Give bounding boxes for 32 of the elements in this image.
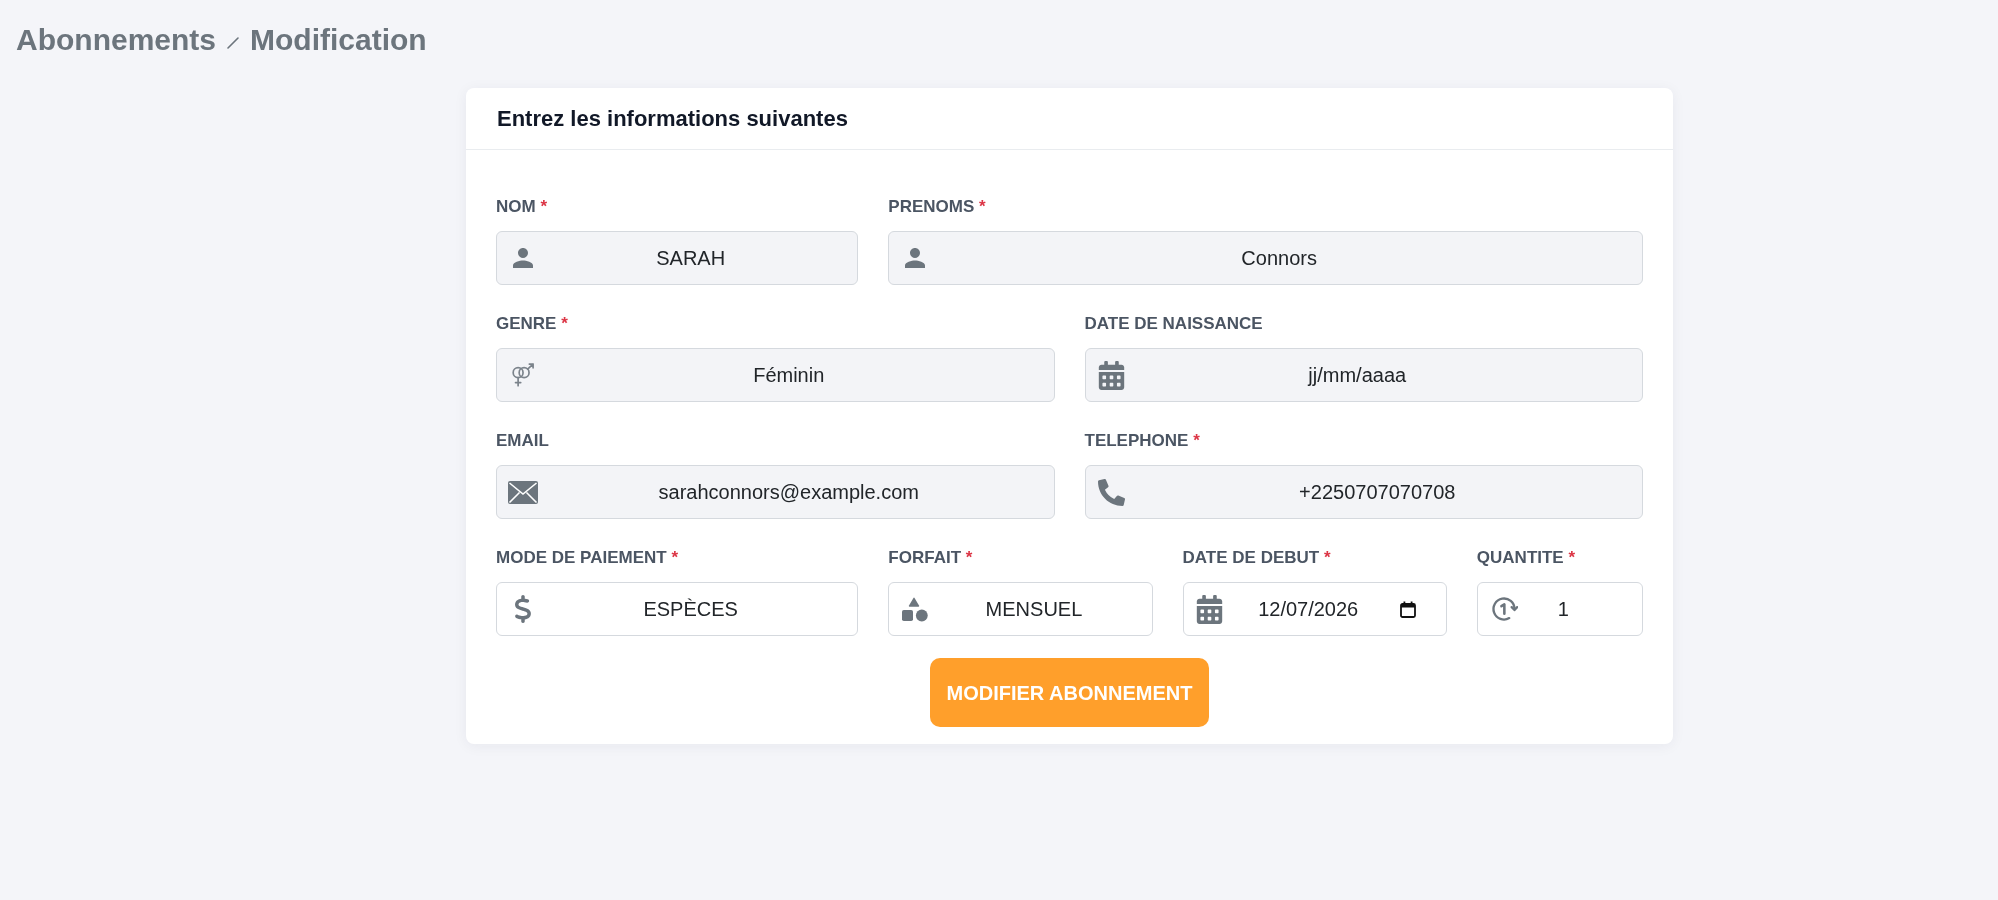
field-label: GENRE * [496,313,569,335]
phone-icon [1098,478,1125,506]
field-label: NOM * [496,196,549,218]
input-field[interactable]: Connors [888,231,1643,285]
field-label: MODE DE PAIEMENT * [496,547,679,569]
circular-arrow-icon [1489,595,1518,623]
field-label: DATE DE NAISSANCE [1084,313,1264,335]
input-field[interactable]: +2250707070708 [1084,465,1643,519]
input-field[interactable]: jj/mm/aaaa [1084,348,1643,402]
calendar-icon [1195,594,1225,624]
input-field[interactable]: sarahconnors@example.com [496,465,1055,519]
field-label: TELEPHONE * [1084,430,1201,452]
calendar-icon [1097,360,1126,390]
field-label: PRENOMS * [888,196,987,218]
input-field[interactable]: Féminin [496,348,1055,402]
field-label: QUANTITE * [1476,547,1577,569]
field-label: DATE DE DEBUT * [1182,547,1332,569]
input-field[interactable]: SARAH [496,231,859,285]
calendar-picker-icon[interactable] [1399,600,1416,618]
input-field[interactable]: 1 [1476,582,1643,636]
input-field[interactable]: 12/07/2026 [1182,582,1447,636]
field-label: EMAIL [496,430,550,452]
shapes-icon [902,596,929,622]
input-field[interactable]: ESPÈCES [496,582,859,636]
input-field[interactable]: MENSUEL [888,582,1153,636]
breadcrumb-current: Modification [250,22,427,58]
gender-icon [512,363,534,387]
separator-icon [227,37,239,49]
field-label: FORFAIT * [888,547,974,569]
envelope-icon [508,480,538,504]
breadcrumb-link[interactable]: Abonnements [16,22,216,58]
card-title: Entrez les informations suivantes [497,105,848,133]
